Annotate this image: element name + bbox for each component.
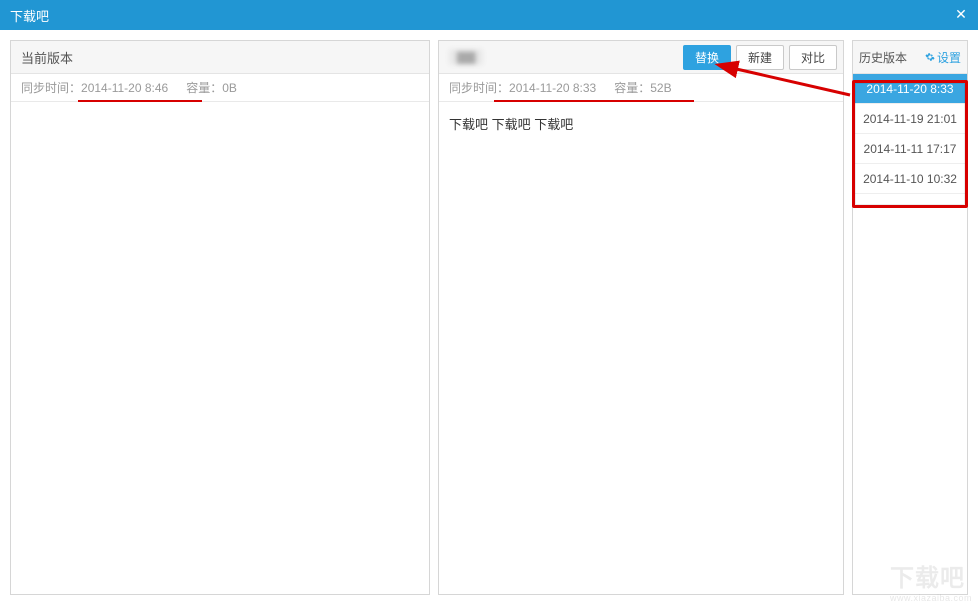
window-title: 下载吧 [10,6,49,25]
current-version-label: 当前版本 [21,48,73,67]
history-list-label: 历史版本 [859,49,907,66]
history-list-panel: 历史版本 设置 2014-11-20 8:332014-11-19 21:012… [852,40,968,595]
history-preview-header: ▇▇ 替换 新建 对比 [439,41,843,74]
current-version-body [11,102,429,594]
titlebar: 下载吧 ✕ [0,0,978,30]
current-version-header: 当前版本 [11,41,429,74]
history-list-header: 历史版本 设置 [853,41,967,74]
history-item[interactable]: 2014-11-11 17:17 [853,134,967,164]
mid-size: 容量：52B [614,79,671,96]
compare-button[interactable]: 对比 [789,45,837,70]
current-version-meta: 同步时间：2014-11-20 8:46 容量：0B [11,74,429,102]
current-version-panel: 当前版本 同步时间：2014-11-20 8:46 容量：0B [10,40,430,595]
main-area: 当前版本 同步时间：2014-11-20 8:46 容量：0B ▇▇ 替换 新建… [0,30,978,605]
history-preview-panel: ▇▇ 替换 新建 对比 同步时间：2014-11-20 8:33 容量：52B … [438,40,844,595]
create-button[interactable]: 新建 [736,45,784,70]
close-icon[interactable]: ✕ [952,6,970,24]
history-item[interactable]: 2014-11-19 21:01 [853,104,967,134]
settings-link[interactable]: 设置 [925,49,961,66]
file-content-text: 下载吧 下载吧 下载吧 [449,117,573,132]
history-item[interactable]: 2014-11-20 8:33 [853,74,967,104]
gear-icon [925,52,935,62]
replace-button[interactable]: 替换 [683,45,731,70]
history-preview-body: 下载吧 下载吧 下载吧 [439,102,843,594]
history-item[interactable]: 2014-11-10 10:32 [853,164,967,194]
blurred-filename: ▇▇ [449,49,483,65]
mid-sync-time: 同步时间：2014-11-20 8:33 [449,79,596,96]
left-sync-time: 同步时间：2014-11-20 8:46 [21,79,168,96]
left-size: 容量：0B [186,79,237,96]
history-list: 2014-11-20 8:332014-11-19 21:012014-11-1… [853,74,967,194]
history-preview-meta: 同步时间：2014-11-20 8:33 容量：52B [439,74,843,102]
action-button-group: 替换 新建 对比 [683,45,837,70]
